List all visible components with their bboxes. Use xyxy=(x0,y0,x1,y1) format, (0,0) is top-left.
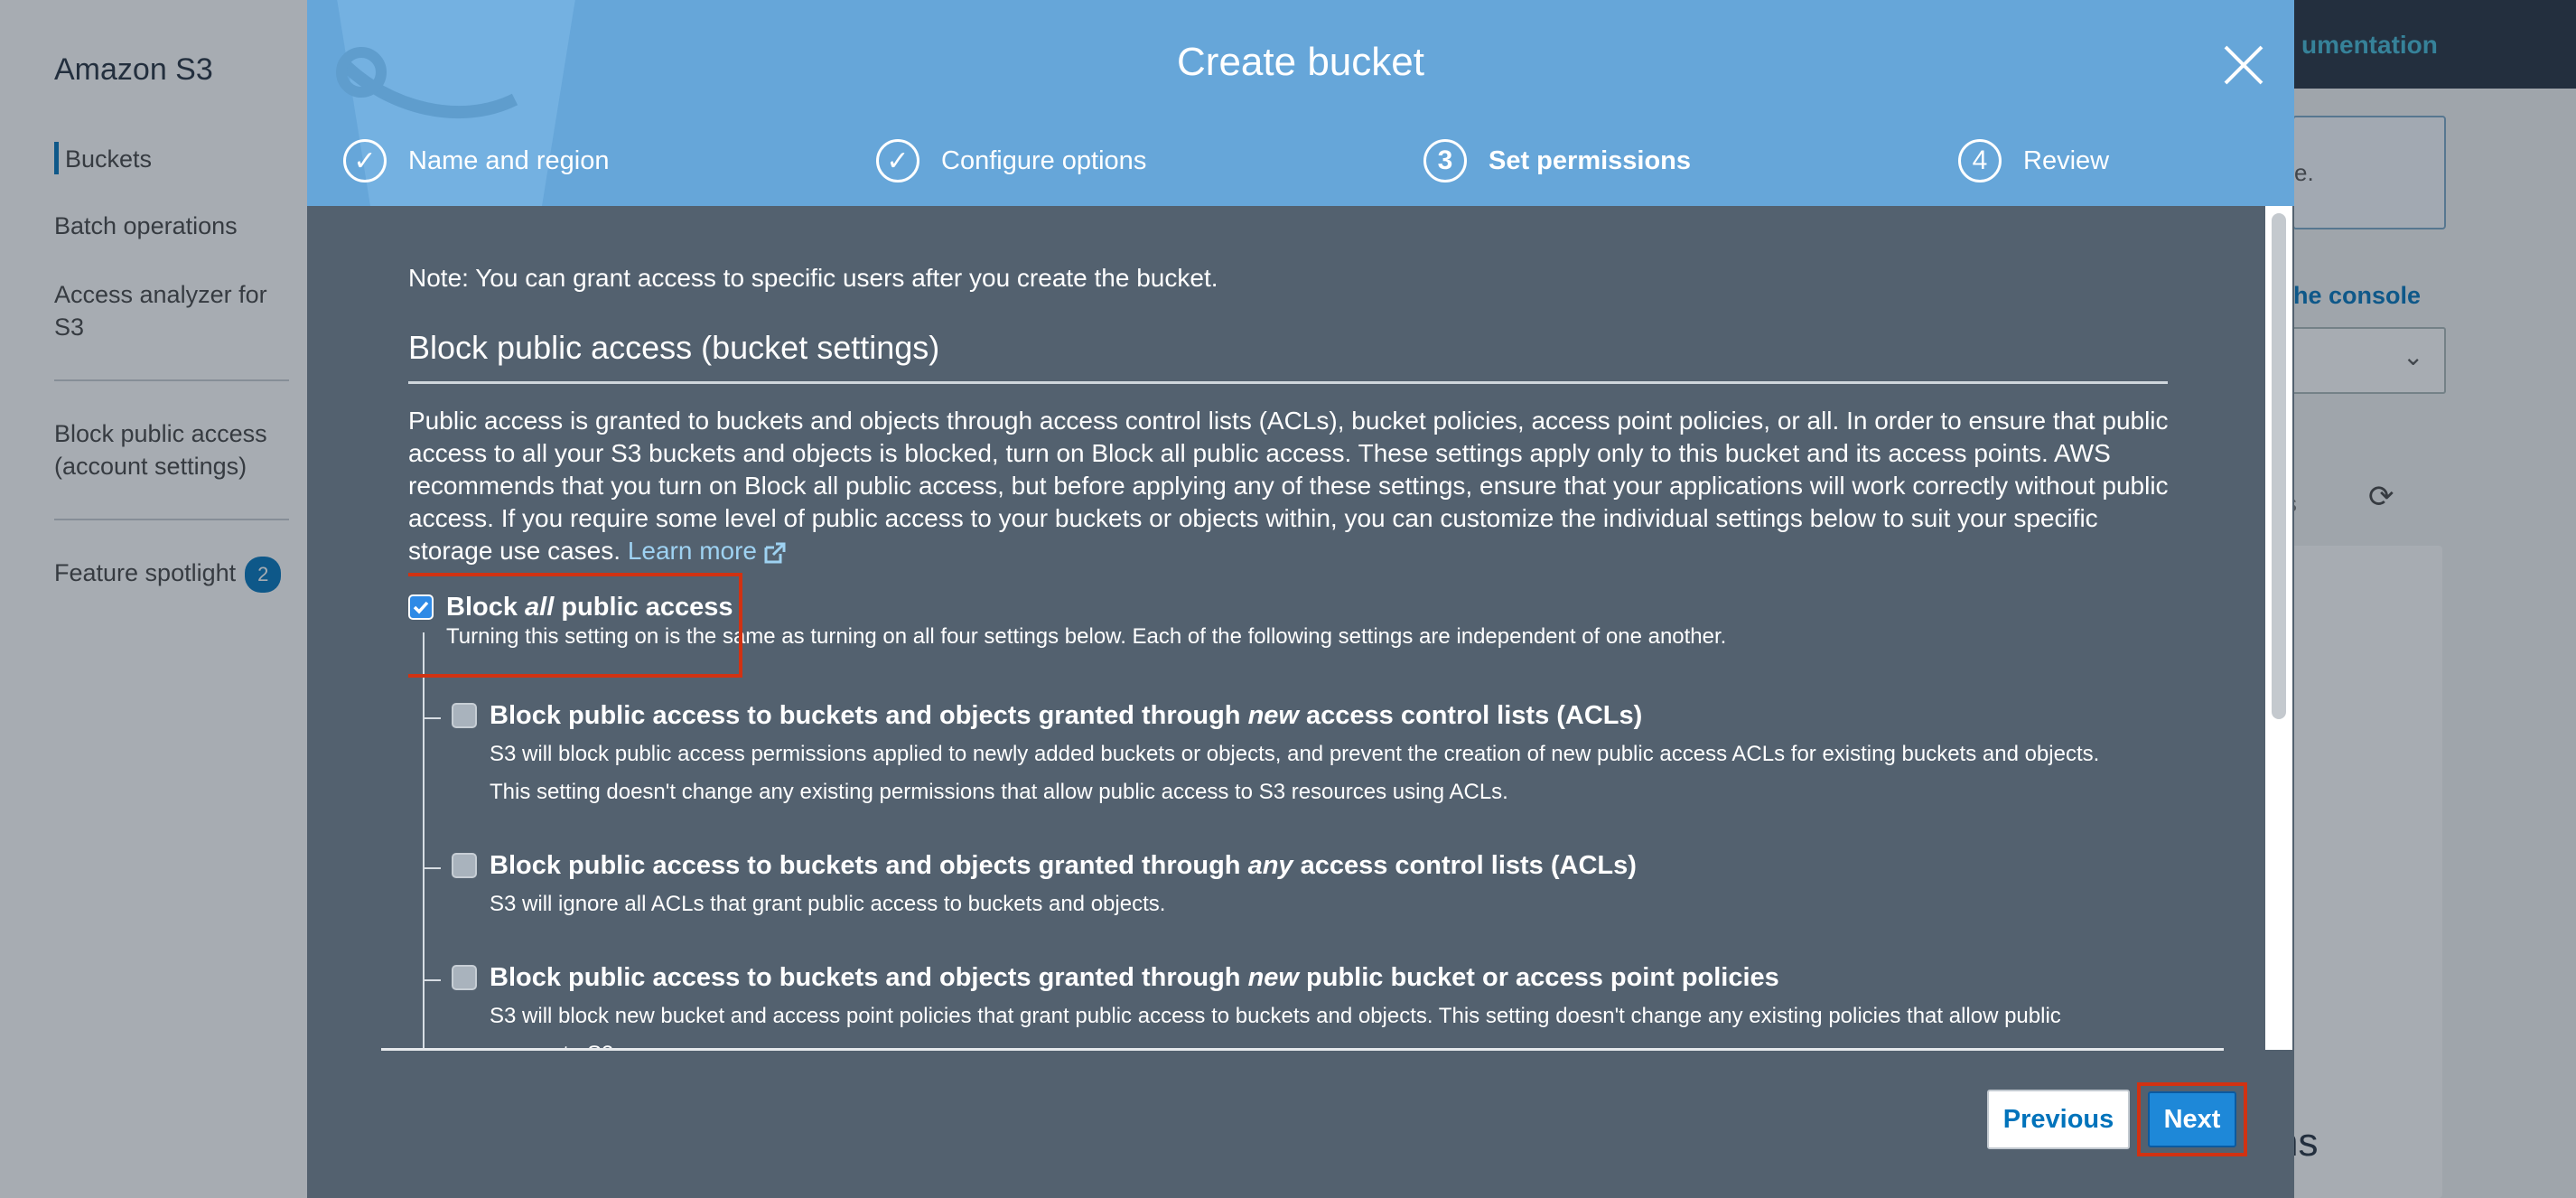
step-number: 3 xyxy=(1423,139,1467,183)
section-description: Public access is granted to buckets and … xyxy=(408,405,2179,567)
step-name-and-region[interactable]: ✓ Name and region xyxy=(343,136,609,186)
note-text: Note: You can grant access to specific u… xyxy=(408,264,1218,292)
external-link-icon xyxy=(764,542,786,564)
tree-connector xyxy=(423,717,441,719)
title-text: access control lists (ACLs) xyxy=(1293,851,1637,880)
step-label: Name and region xyxy=(408,145,610,175)
title-text: access control lists (ACLs) xyxy=(1298,701,1643,730)
highlight-box xyxy=(408,573,742,678)
title-emphasis: any xyxy=(1247,851,1293,880)
title-text: Block public access to buckets and objec… xyxy=(490,963,1248,992)
title-text: public bucket or access point policies xyxy=(1298,963,1779,992)
title-text: Block public access to buckets and objec… xyxy=(490,851,1248,880)
scrollbar-thumb[interactable] xyxy=(2272,213,2286,719)
block-any-acls-checkbox[interactable] xyxy=(452,853,477,878)
previous-button[interactable]: Previous xyxy=(1987,1090,2130,1149)
tree-connector xyxy=(423,867,441,869)
option-description: S3 will block public access permissions … xyxy=(490,742,2100,766)
step-review[interactable]: 4 Review xyxy=(1958,136,2109,186)
option-description: This setting doesn't change any existing… xyxy=(490,780,1508,804)
option-title: Block public access to buckets and objec… xyxy=(490,701,1642,731)
step-configure-options[interactable]: ✓ Configure options xyxy=(876,136,1146,186)
option-description: S3 will ignore all ACLs that grant publi… xyxy=(490,892,1166,916)
check-icon: ✓ xyxy=(876,139,919,183)
title-emphasis: new xyxy=(1247,701,1299,730)
block-new-acls-checkbox[interactable] xyxy=(452,703,477,728)
title-emphasis: new xyxy=(1247,963,1299,992)
learn-more-label: Learn more xyxy=(627,537,757,565)
modal-header: Create bucket ✓ Name and region ✓ Config… xyxy=(307,0,2294,206)
step-set-permissions[interactable]: 3 Set permissions xyxy=(1423,136,1691,186)
block-new-policies-checkbox[interactable] xyxy=(452,965,477,990)
content-divider xyxy=(381,1048,2224,1051)
tree-connector xyxy=(423,632,425,1050)
step-number: 4 xyxy=(1958,139,2002,183)
modal-content: Note: You can grant access to specific u… xyxy=(408,206,2206,1050)
option-description: S3 will block new bucket and access poin… xyxy=(490,1004,2061,1028)
highlight-box xyxy=(2137,1082,2247,1156)
option-title: Block public access to buckets and objec… xyxy=(490,963,1779,993)
check-icon: ✓ xyxy=(343,139,387,183)
learn-more-link[interactable]: Learn more xyxy=(628,537,788,565)
tree-connector xyxy=(423,979,441,981)
modal-title: Create bucket xyxy=(1177,40,1424,84)
close-icon[interactable] xyxy=(2218,40,2269,90)
title-text: Block public access to buckets and objec… xyxy=(490,701,1248,730)
section-divider xyxy=(408,381,2168,384)
section-title: Block public access (bucket settings) xyxy=(408,329,940,366)
step-label: Configure options xyxy=(941,145,1147,175)
step-label: Set permissions xyxy=(1489,145,1692,175)
step-label: Review xyxy=(2023,145,2110,175)
option-title: Block public access to buckets and objec… xyxy=(490,851,1637,881)
create-bucket-modal: Create bucket ✓ Name and region ✓ Config… xyxy=(307,0,2294,1198)
